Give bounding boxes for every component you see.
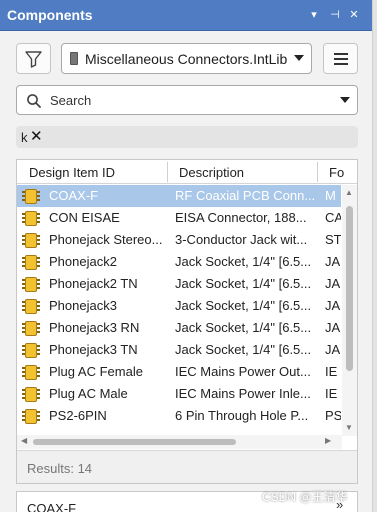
scroll-up-icon[interactable]: ▲ <box>345 188 353 197</box>
scroll-down-icon[interactable]: ▼ <box>345 423 353 432</box>
watermark: CSDN @王清华 <box>262 490 348 504</box>
close-icon[interactable]: ✕ <box>346 6 362 24</box>
grid-header: Design Item ID Description Fo <box>17 160 357 184</box>
column-divider[interactable] <box>317 162 318 182</box>
table-row[interactable]: Plug AC Female IEC Mains Power Out... IE <box>17 361 341 383</box>
table-row[interactable]: Phonejack3 RN Jack Socket, 1/4" [6.5... JA <box>17 317 341 339</box>
search-label: Search <box>50 93 92 108</box>
panel-title: Components <box>7 7 93 23</box>
table-row[interactable]: Phonejack Stereo... 3-Conductor Jack wit.… <box>17 229 341 251</box>
cell-design-item-id: Phonejack3 RN <box>49 320 140 335</box>
component-chip-icon <box>22 299 40 314</box>
cell-footprint: JA <box>325 342 341 357</box>
cell-design-item-id: PS2-6PIN <box>49 408 107 423</box>
cell-design-item-id: CON EISAE <box>49 210 120 225</box>
cell-description: Jack Socket, 1/4" [6.5... <box>175 298 312 313</box>
cell-footprint: M <box>325 188 336 203</box>
vertical-scrollbar[interactable]: ▲ ▼ <box>342 185 357 436</box>
panel-options-button[interactable] <box>323 43 358 74</box>
scroll-left-icon[interactable]: ◀ <box>21 436 27 445</box>
library-select[interactable]: Miscellaneous Connectors.IntLib <box>61 43 312 74</box>
cell-design-item-id: COAX-F <box>49 188 99 203</box>
clear-filter-icon[interactable]: ✕ <box>30 127 43 145</box>
panel-header: Components ▾ ⊣ ✕ <box>0 0 372 31</box>
component-chip-icon <box>22 255 40 270</box>
results-bar: Results: 14 <box>17 450 357 483</box>
table-row[interactable]: CON EISAE EISA Connector, 188... CA <box>17 207 341 229</box>
component-chip-icon <box>22 277 40 292</box>
horizontal-scrollbar[interactable]: ◀ ▶ <box>17 435 342 449</box>
table-row[interactable] <box>17 427 341 430</box>
results-count: Results: 14 <box>27 461 93 476</box>
cell-description: Jack Socket, 1/4" [6.5... <box>175 254 312 269</box>
cell-footprint: ST <box>325 232 341 247</box>
cell-description: 3-Conductor Jack wit... <box>175 232 308 247</box>
library-file-icon <box>70 52 78 65</box>
filter-text: k <box>21 130 28 145</box>
table-row[interactable]: COAX-F RF Coaxial PCB Conn... M <box>17 185 341 207</box>
cell-footprint: JA <box>325 254 341 269</box>
cell-design-item-id: Phonejack3 TN <box>49 342 138 357</box>
scroll-right-icon[interactable]: ▶ <box>325 436 331 445</box>
panel-menu-icon[interactable]: ▾ <box>306 6 322 24</box>
component-chip-icon <box>22 409 40 424</box>
cell-description: RF Coaxial PCB Conn... <box>175 188 315 203</box>
table-row[interactable]: PS2-6PIN 6 Pin Through Hole P... PS <box>17 405 341 427</box>
cell-footprint: JA <box>325 298 341 313</box>
cell-description: Jack Socket, 1/4" [6.5... <box>175 320 312 335</box>
cell-footprint: JA <box>325 320 341 335</box>
column-header-design-item-id[interactable]: Design Item ID <box>29 165 115 180</box>
cell-design-item-id: Phonejack Stereo... <box>49 232 163 247</box>
cell-description: IEC Mains Power Out... <box>175 364 311 379</box>
grid-rows: COAX-F RF Coaxial PCB Conn... M CON EISAE EI… <box>17 185 341 430</box>
cell-design-item-id: Phonejack2 TN <box>49 276 138 291</box>
table-row[interactable]: Phonejack3 Jack Socket, 1/4" [6.5... JA <box>17 295 341 317</box>
active-filter: k ✕ <box>16 126 358 148</box>
column-header-footprint[interactable]: Fo <box>329 165 344 180</box>
component-chip-icon <box>22 387 40 402</box>
cell-design-item-id: Plug AC Male <box>49 386 128 401</box>
vertical-scroll-thumb[interactable] <box>346 206 353 371</box>
table-row[interactable]: Phonejack2 Jack Socket, 1/4" [6.5... JA <box>17 251 341 273</box>
cell-footprint: IE <box>325 364 338 379</box>
cell-description: Jack Socket, 1/4" [6.5... <box>175 276 312 291</box>
search-icon <box>27 94 41 108</box>
cell-design-item-id: Phonejack3 <box>49 298 117 313</box>
component-chip-icon <box>22 343 40 358</box>
detail-title: COAX-F <box>27 501 77 512</box>
cell-description: IEC Mains Power Inle... <box>175 386 311 401</box>
search-input[interactable]: Search <box>16 85 358 115</box>
library-select-value: Miscellaneous Connectors.IntLib <box>85 51 288 67</box>
components-grid: Design Item ID Description Fo COAX-F RF C… <box>16 159 358 484</box>
component-chip-icon <box>22 211 40 226</box>
column-divider[interactable] <box>167 162 168 182</box>
filter-button[interactable] <box>16 43 51 74</box>
component-chip-icon <box>22 365 40 380</box>
cell-design-item-id: Plug AC Female <box>49 364 143 379</box>
funnel-icon <box>25 51 42 68</box>
cell-footprint: JA <box>325 276 341 291</box>
pin-icon[interactable]: ⊣ <box>327 6 343 24</box>
search-dropdown-icon[interactable] <box>340 97 350 103</box>
component-chip-icon <box>22 321 40 336</box>
table-row[interactable]: Phonejack3 TN Jack Socket, 1/4" [6.5... JA <box>17 339 341 361</box>
cell-footprint: IE <box>325 386 338 401</box>
right-edge-strip <box>372 0 377 512</box>
cell-footprint: PS <box>325 408 341 423</box>
horizontal-scroll-thumb[interactable] <box>33 439 236 445</box>
chevron-down-icon <box>294 55 304 61</box>
cell-footprint: CA <box>325 210 341 225</box>
cell-description: Jack Socket, 1/4" [6.5... <box>175 342 312 357</box>
cell-description: EISA Connector, 188... <box>175 210 307 225</box>
table-row[interactable]: Plug AC Male IEC Mains Power Inle... IE <box>17 383 341 405</box>
component-chip-icon <box>22 189 40 204</box>
table-row[interactable]: Phonejack2 TN Jack Socket, 1/4" [6.5... JA <box>17 273 341 295</box>
cell-design-item-id: Phonejack2 <box>49 254 117 269</box>
component-chip-icon <box>22 233 40 248</box>
cell-description: 6 Pin Through Hole P... <box>175 408 309 423</box>
column-header-description[interactable]: Description <box>179 165 244 180</box>
